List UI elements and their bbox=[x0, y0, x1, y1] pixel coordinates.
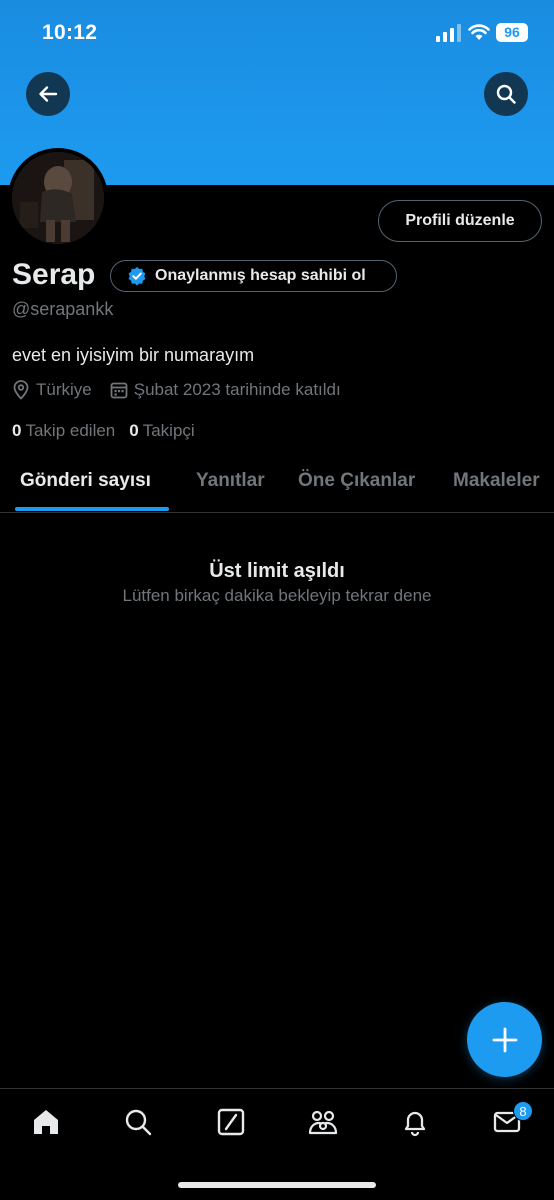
get-verified-button[interactable]: Onaylanmış hesap sahibi ol bbox=[110, 260, 397, 292]
profile-name: Serap bbox=[12, 258, 96, 291]
nav-notifications[interactable] bbox=[398, 1105, 432, 1139]
nav-search[interactable] bbox=[121, 1105, 155, 1139]
profile-meta: Türkiye Şubat 2023 tarihinde katıldı bbox=[12, 380, 359, 400]
tab-articles[interactable]: Makaleler bbox=[453, 470, 540, 492]
compose-button[interactable] bbox=[467, 1002, 542, 1077]
joined-text: Şubat 2023 tarihinde katıldı bbox=[133, 380, 341, 399]
followers-count: 0 bbox=[129, 421, 139, 440]
home-icon bbox=[34, 1110, 58, 1134]
status-bar: 10:12 96 bbox=[0, 0, 554, 66]
joined-item: Şubat 2023 tarihinde katıldı bbox=[110, 380, 341, 400]
edit-profile-button[interactable]: Profili düzenle bbox=[378, 200, 542, 242]
profile-bio: evet en iyisiyim bir numarayım bbox=[12, 345, 255, 365]
cellular-signal-icon bbox=[436, 24, 461, 42]
active-tab-indicator bbox=[15, 507, 169, 511]
tab-highlights[interactable]: Öne Çıkanlar bbox=[298, 470, 415, 492]
plus-icon bbox=[492, 1027, 517, 1052]
verified-badge-icon bbox=[128, 267, 146, 286]
search-button[interactable] bbox=[484, 72, 528, 116]
arrow-left-icon bbox=[39, 86, 58, 102]
wifi-icon bbox=[468, 24, 490, 40]
home-indicator bbox=[178, 1182, 376, 1188]
location-pin-icon bbox=[13, 380, 29, 400]
location-item: Türkiye bbox=[12, 380, 92, 400]
search-icon bbox=[125, 1109, 152, 1136]
nav-home[interactable] bbox=[29, 1105, 63, 1139]
get-verified-label: Onaylanmış hesap sahibi ol bbox=[155, 267, 366, 284]
avatar-photo bbox=[12, 152, 104, 244]
nav-communities[interactable] bbox=[306, 1105, 340, 1139]
search-icon bbox=[496, 84, 516, 104]
status-time: 10:12 bbox=[42, 21, 98, 44]
following-count: 0 bbox=[12, 421, 22, 440]
grok-icon bbox=[217, 1108, 245, 1136]
followers-link[interactable]: 0 Takipçi bbox=[129, 421, 194, 441]
tab-replies[interactable]: Yanıtlar bbox=[196, 470, 265, 492]
profile-avatar[interactable] bbox=[8, 148, 108, 248]
battery-indicator: 96 bbox=[496, 23, 528, 42]
followers-label: Takipçi bbox=[142, 421, 195, 440]
battery-level: 96 bbox=[504, 24, 520, 40]
profile-handle: @serapankk bbox=[12, 299, 114, 319]
location-text: Türkiye bbox=[36, 380, 92, 399]
following-link[interactable]: 0 Takip edilen bbox=[12, 421, 115, 441]
communities-icon bbox=[308, 1110, 338, 1135]
tab-posts[interactable]: Gönderi sayısı bbox=[20, 470, 151, 492]
rate-limit-subtitle: Lütfen birkaç dakika bekleyip tekrar den… bbox=[122, 586, 432, 605]
bell-icon bbox=[404, 1111, 426, 1137]
calendar-icon bbox=[110, 382, 128, 399]
following-label: Takip edilen bbox=[25, 421, 116, 440]
profile-tabs: Gönderi sayısı Yanıtlar Öne Çıkanlar Mak… bbox=[0, 452, 554, 513]
back-button[interactable] bbox=[26, 72, 70, 116]
follow-stats: 0 Takip edilen 0 Takipçi bbox=[12, 421, 195, 441]
messages-badge: 8 bbox=[513, 1101, 533, 1121]
rate-limit-title: Üst limit aşıldı bbox=[209, 560, 345, 582]
nav-grok[interactable] bbox=[214, 1105, 248, 1139]
